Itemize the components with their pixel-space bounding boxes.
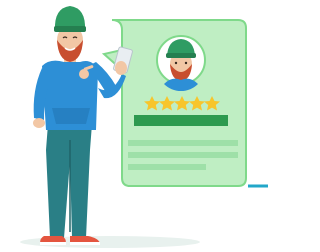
review-text-line-3: [128, 164, 206, 170]
review-text-line-1: [128, 140, 238, 146]
review-card: [101, 19, 268, 188]
man-figure: [33, 6, 133, 245]
review-text-line-2: [128, 152, 238, 158]
shoe-left: [40, 236, 66, 243]
review-title-bar: [134, 115, 228, 126]
review-illustration: [0, 0, 268, 252]
illustration-canvas: [20, 6, 268, 248]
jeans: [46, 124, 92, 238]
